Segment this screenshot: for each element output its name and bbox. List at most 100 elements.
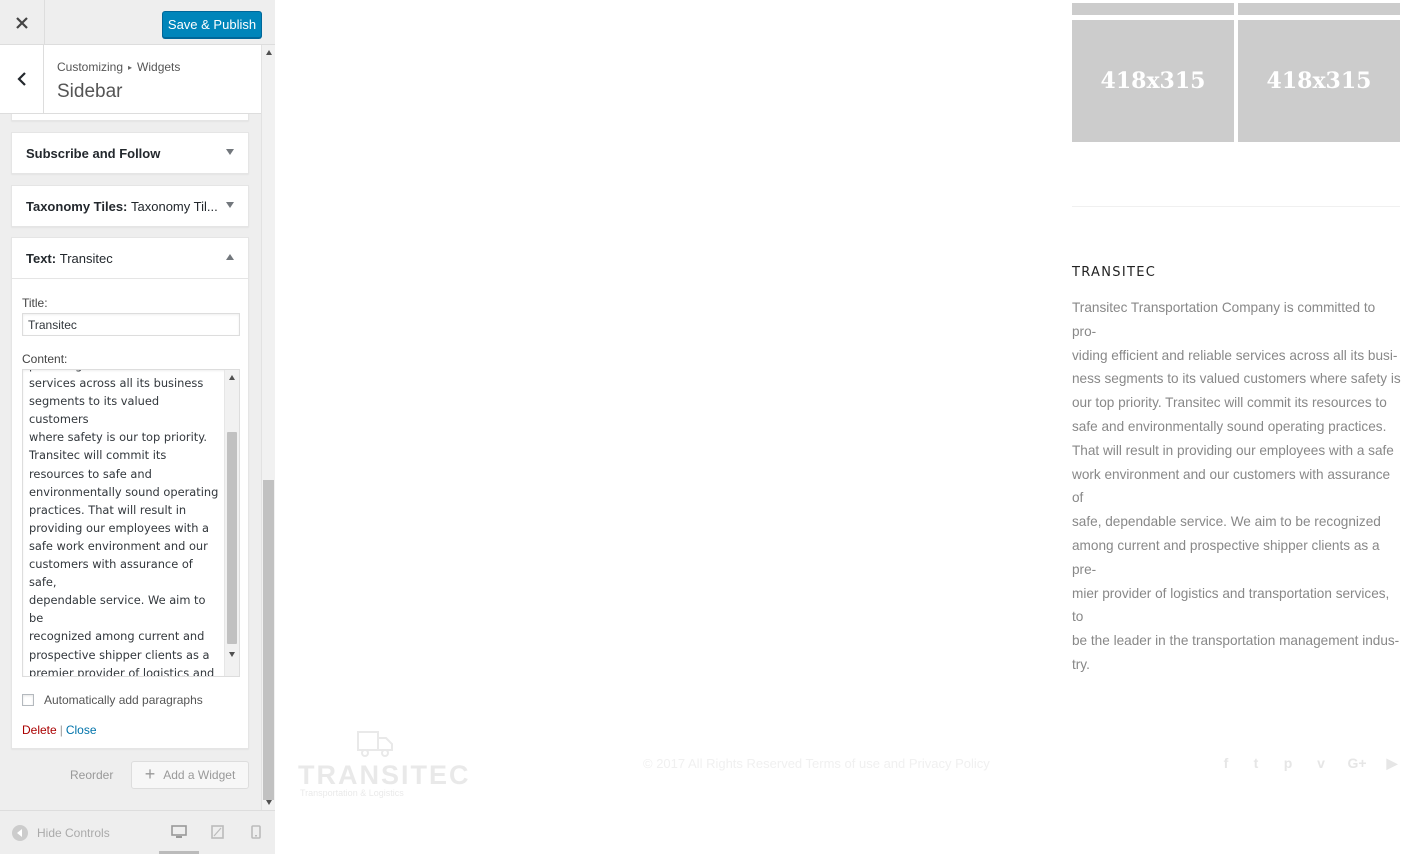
mobile-icon[interactable] [251,825,261,839]
delete-link[interactable]: Delete [22,723,57,737]
hide-controls-label: Hide Controls [37,826,110,840]
widget-header[interactable]: Taxonomy Tiles: Taxonomy Til... [12,186,248,226]
footer-logo[interactable]: TRANSITEC Transportation & Logistics [298,728,469,802]
paragraph-line: try. [1072,656,1090,672]
hide-controls-button[interactable]: Hide Controls [12,825,110,841]
close-link[interactable]: Close [66,723,97,737]
widget-label: Text: [26,251,57,266]
widget-item-taxonomy[interactable]: Taxonomy Tiles: Taxonomy Til... [11,185,249,227]
image-placeholder-top-left [1072,3,1234,15]
customizer-footer: Hide Controls [0,810,275,854]
pinterest-icon[interactable]: p [1280,755,1296,771]
widget-instance-name: Transitec [59,251,113,266]
youtube-icon[interactable]: ▶ [1384,755,1400,771]
autop-checkbox[interactable] [22,694,34,706]
vimeo-icon[interactable]: v [1313,755,1329,771]
panel-scrollbar[interactable] [261,45,275,810]
autop-option[interactable]: Automatically add paragraphs [22,693,203,707]
widgets-list: Subscribe and Follow Taxonomy Tiles: Tax… [0,114,261,810]
widget-item-partial[interactable] [11,114,249,121]
divider [1072,206,1400,207]
widget-instance-name: Taxonomy Til... [131,199,218,214]
paragraph-line: be the leader in the transportation mana… [1072,633,1400,649]
expand-arrow-icon[interactable] [226,202,234,208]
logo-text: TRANSITEC [298,760,471,790]
expand-arrow-icon[interactable] [226,149,234,155]
paragraph-line: ness segments to its valued customers wh… [1072,371,1401,387]
breadcrumb-current: Widgets [137,60,181,74]
paragraph-line: viding efficient and reliable services a… [1072,347,1398,363]
breadcrumb: Customizing ▸ Widgets [57,60,180,74]
content-line: where safety is our top priority. [29,430,207,445]
content-line: dependable service. We aim to be [29,593,206,626]
widget-label: Subscribe and Follow [26,146,161,161]
widget-header[interactable]: Subscribe and Follow [12,133,248,173]
scroll-down-icon[interactable] [266,800,272,805]
content-line: practices. That will result in [29,502,187,517]
content-line: environmentally sound operating [29,484,219,499]
content-textarea[interactable]: providing efficient and reliableservices… [22,369,240,677]
save-publish-button[interactable]: Save & Publish [162,11,262,38]
widget-form: Title: Content: providing efficient and … [12,278,248,748]
facebook-icon[interactable]: f [1218,755,1234,771]
close-customizer-button[interactable] [0,0,45,45]
paragraph-line: among current and prospective shipper cl… [1072,537,1380,577]
scroll-up-icon[interactable] [229,375,235,380]
chevron-left-icon [16,72,26,86]
content-line: recognized among current and [29,629,205,644]
tablet-icon[interactable] [211,825,224,839]
copyright-text: © 2017 All Rights Reserved Terms of use … [643,756,990,771]
autop-label: Automatically add paragraphs [44,693,203,707]
add-widget-button[interactable]: + Add a Widget [131,761,249,789]
scroll-up-icon[interactable] [266,50,272,55]
widget-body-text: Transitec Transportation Company is comm… [1072,296,1402,677]
content-line: Transitec will commit its [29,448,167,463]
twitter-icon[interactable]: t [1248,755,1264,771]
paragraph-line: safe, dependable service. We aim to be r… [1072,514,1381,530]
title-input[interactable] [22,313,240,336]
collapse-icon [12,825,28,841]
content-text: providing efficient and reliableservices… [29,370,221,677]
content-line: prospective shipper clients as a [29,647,210,662]
paragraph-line: safe and environmentally sound operating… [1072,418,1387,434]
widget-heading: TRANSITEC [1072,265,1157,280]
reorder-link[interactable]: Reorder [70,768,113,782]
collapse-arrow-icon[interactable] [226,254,234,260]
paragraph-line: work environment and our customers with … [1072,466,1391,506]
image-placeholder[interactable]: 418x315 [1072,20,1234,142]
content-line: services across all its business [29,376,204,391]
placeholder-label: 418x315 [1266,68,1372,94]
title-label: Title: [22,296,48,310]
content-line: resources to safe and [29,466,152,481]
placeholder-label: 418x315 [1100,68,1206,94]
paragraph-line: mier provider of logistics and transport… [1072,585,1390,625]
paragraph-line: That will result in providing our employ… [1072,442,1394,458]
content-line: customers with assurance of safe, [29,557,193,590]
textarea-scrollbar[interactable] [224,370,239,676]
breadcrumb-separator-icon: ▸ [128,63,133,72]
customizer-header: Save & Publish [0,0,275,45]
textarea-scroll-thumb[interactable] [227,432,237,644]
google-plus-icon[interactable]: G+ [1346,755,1368,771]
back-button[interactable] [0,45,44,113]
image-placeholder[interactable]: 418x315 [1238,20,1400,142]
widget-header[interactable]: Text: Transitec [12,238,248,278]
scroll-down-icon[interactable] [229,652,235,657]
widget-control-links: Delete | Close [22,723,97,737]
add-widget-label: Add a Widget [163,768,236,782]
section-header: Customizing ▸ Widgets Sidebar [0,45,261,114]
desktop-icon[interactable] [171,825,187,839]
plus-icon: + [144,763,156,784]
logo-tagline: Transportation & Logistics [300,788,404,798]
paragraph-line: Transitec Transportation Company is comm… [1072,300,1376,339]
truck-icon [357,731,393,757]
close-icon [16,16,28,29]
paragraph-line: our top priority. Transitec will commit … [1072,395,1387,411]
page-title: Sidebar [57,81,123,102]
content-line: premier provider of logistics and [29,665,215,677]
widget-label: Taxonomy Tiles: [26,199,128,214]
widget-item-text[interactable]: Text: Transitec Title: Content: providin… [11,237,249,749]
content-line: safe work environment and our [29,538,208,553]
widget-item-subscribe[interactable]: Subscribe and Follow [11,132,249,174]
panel-scroll-thumb[interactable] [263,480,274,800]
